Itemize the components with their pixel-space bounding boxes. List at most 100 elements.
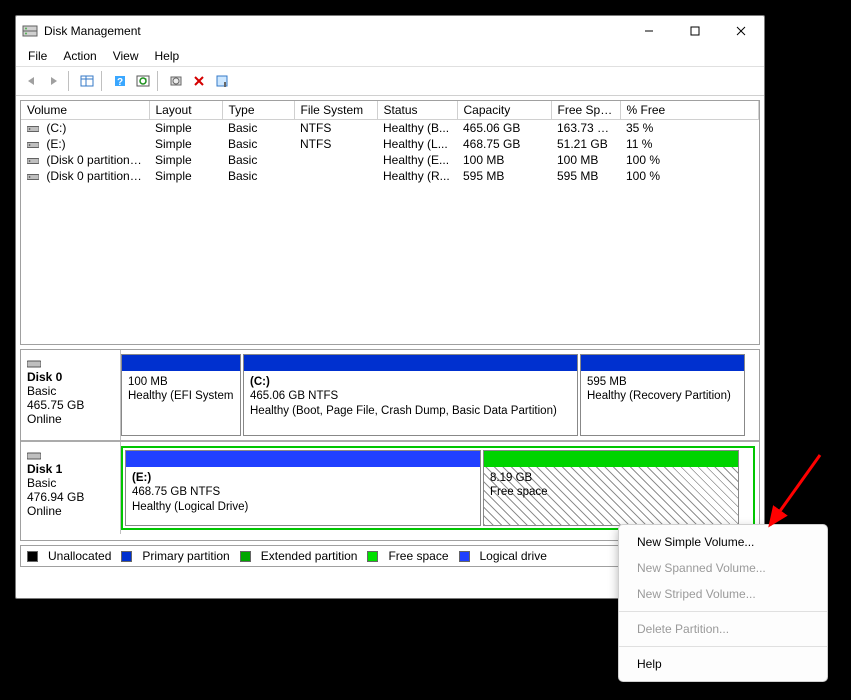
close-button[interactable] <box>718 16 764 46</box>
swatch-primary-icon <box>121 551 132 562</box>
ctx-delete-partition: Delete Partition... <box>619 616 827 642</box>
partition-color-bar <box>126 451 480 467</box>
disk-subtype: Basic <box>27 384 56 398</box>
cell-layout: Simple <box>149 120 222 137</box>
menu-file[interactable]: File <box>20 46 55 66</box>
minimize-button[interactable] <box>626 16 672 46</box>
disk-row: Disk 1Basic476.94 GBOnline(E:)468.75 GB … <box>21 442 759 534</box>
table-row[interactable]: (Disk 0 partition 4)SimpleBasic Healthy (… <box>21 168 759 184</box>
disk-size: 476.94 GB <box>27 490 84 504</box>
table-header-row[interactable]: Volume Layout Type File System Status Ca… <box>21 101 759 120</box>
cell-capacity: 465.06 GB <box>457 120 551 137</box>
cell-status: Healthy (L... <box>377 136 457 152</box>
cell-volume: (C:) <box>21 120 149 137</box>
cell-type: Basic <box>222 120 294 137</box>
disk-state: Online <box>27 412 62 426</box>
ctx-new-spanned-volume: New Spanned Volume... <box>619 555 827 581</box>
col-fs[interactable]: File System <box>294 101 377 120</box>
col-pct[interactable]: % Free <box>620 101 759 120</box>
disk-name: Disk 0 <box>27 370 114 384</box>
ctx-sep-2 <box>619 646 827 647</box>
partition-content: 8.19 GBFree space <box>484 467 738 525</box>
disk-management-window: Disk Management File Action View Help ? <box>15 15 765 599</box>
drive-manage-icon[interactable] <box>165 70 187 92</box>
cell-pct: 35 % <box>620 120 759 137</box>
cell-free: 51.21 GB <box>551 136 620 152</box>
partition-block[interactable]: (C:)465.06 GB NTFSHealthy (Boot, Page Fi… <box>243 354 578 436</box>
cell-fs: NTFS <box>294 120 377 137</box>
partition-status: Healthy (EFI System <box>128 390 233 402</box>
legend-primary: Primary partition <box>142 549 229 563</box>
cell-pct: 100 % <box>620 152 759 168</box>
free-space-block[interactable]: 8.19 GBFree space <box>483 450 739 526</box>
partition-size: 595 MB <box>587 376 627 388</box>
menu-view[interactable]: View <box>105 46 147 66</box>
volume-table[interactable]: Volume Layout Type File System Status Ca… <box>21 101 759 184</box>
cell-fs <box>294 152 377 168</box>
partition-color-bar <box>122 355 240 371</box>
properties-icon[interactable] <box>211 70 233 92</box>
partition-content: 100 MBHealthy (EFI System <box>122 371 240 435</box>
swatch-extended-icon <box>240 551 251 562</box>
disk-header[interactable]: Disk 1Basic476.94 GBOnline <box>21 442 121 534</box>
window-title: Disk Management <box>44 24 626 38</box>
disk-row: Disk 0Basic465.75 GBOnline100 MBHealthy … <box>21 350 759 442</box>
back-button[interactable] <box>20 70 42 92</box>
help-icon[interactable]: ? <box>109 70 131 92</box>
legend-extended: Extended partition <box>261 549 358 563</box>
cell-capacity: 468.75 GB <box>457 136 551 152</box>
context-menu: New Simple Volume... New Spanned Volume.… <box>618 524 828 682</box>
swatch-free-icon <box>367 551 378 562</box>
cell-status: Healthy (R... <box>377 168 457 184</box>
cell-type: Basic <box>222 168 294 184</box>
col-status[interactable]: Status <box>377 101 457 120</box>
partition-color-bar <box>484 451 738 467</box>
partition-status: Healthy (Boot, Page File, Crash Dump, Ba… <box>250 405 557 417</box>
partition-size: 468.75 GB NTFS <box>132 486 220 498</box>
refresh-icon[interactable] <box>132 70 154 92</box>
cell-volume: (Disk 0 partition 4) <box>21 168 149 184</box>
volume-list-pane: Volume Layout Type File System Status Ca… <box>20 100 760 345</box>
ctx-new-simple-volume[interactable]: New Simple Volume... <box>619 529 827 555</box>
col-type[interactable]: Type <box>222 101 294 120</box>
partition-status: Healthy (Logical Drive) <box>132 501 248 513</box>
partition-content: 595 MBHealthy (Recovery Partition) <box>581 371 744 435</box>
disk-header[interactable]: Disk 0Basic465.75 GBOnline <box>21 350 121 440</box>
legend-unallocated: Unallocated <box>48 549 111 563</box>
details-view-icon[interactable] <box>76 70 98 92</box>
col-layout[interactable]: Layout <box>149 101 222 120</box>
cell-free: 163.73 GB <box>551 120 620 137</box>
extended-partition-container: (E:)468.75 GB NTFSHealthy (Logical Drive… <box>121 446 755 530</box>
toolbar: ? <box>16 66 764 96</box>
legend-free: Free space <box>388 549 448 563</box>
cell-type: Basic <box>222 152 294 168</box>
col-free[interactable]: Free Spa... <box>551 101 620 120</box>
cell-fs <box>294 168 377 184</box>
menu-action[interactable]: Action <box>55 46 104 66</box>
disk-name: Disk 1 <box>27 462 114 476</box>
menu-help[interactable]: Help <box>147 46 188 66</box>
partition-block[interactable]: (E:)468.75 GB NTFSHealthy (Logical Drive… <box>125 450 481 526</box>
cell-free: 595 MB <box>551 168 620 184</box>
partition-block[interactable]: 595 MBHealthy (Recovery Partition) <box>580 354 745 436</box>
svg-text:?: ? <box>117 77 123 88</box>
delete-icon[interactable] <box>188 70 210 92</box>
partition-size: 465.06 GB NTFS <box>250 390 338 402</box>
col-volume[interactable]: Volume <box>21 101 149 120</box>
cell-layout: Simple <box>149 168 222 184</box>
swatch-unallocated-icon <box>27 551 38 562</box>
app-icon <box>22 23 38 39</box>
disk-state: Online <box>27 504 62 518</box>
maximize-button[interactable] <box>672 16 718 46</box>
col-capacity[interactable]: Capacity <box>457 101 551 120</box>
cell-layout: Simple <box>149 152 222 168</box>
disk-graphical-pane: Disk 0Basic465.75 GBOnline100 MBHealthy … <box>20 349 760 541</box>
legend-logical: Logical drive <box>480 549 547 563</box>
ctx-help[interactable]: Help <box>619 651 827 677</box>
table-row[interactable]: (C:)SimpleBasicNTFSHealthy (B...465.06 G… <box>21 120 759 137</box>
forward-button[interactable] <box>43 70 65 92</box>
table-row[interactable]: (Disk 0 partition 1)SimpleBasicHealthy (… <box>21 152 759 168</box>
partition-block[interactable]: 100 MBHealthy (EFI System <box>121 354 241 436</box>
table-row[interactable]: (E:)SimpleBasicNTFSHealthy (L...468.75 G… <box>21 136 759 152</box>
cell-free: 100 MB <box>551 152 620 168</box>
